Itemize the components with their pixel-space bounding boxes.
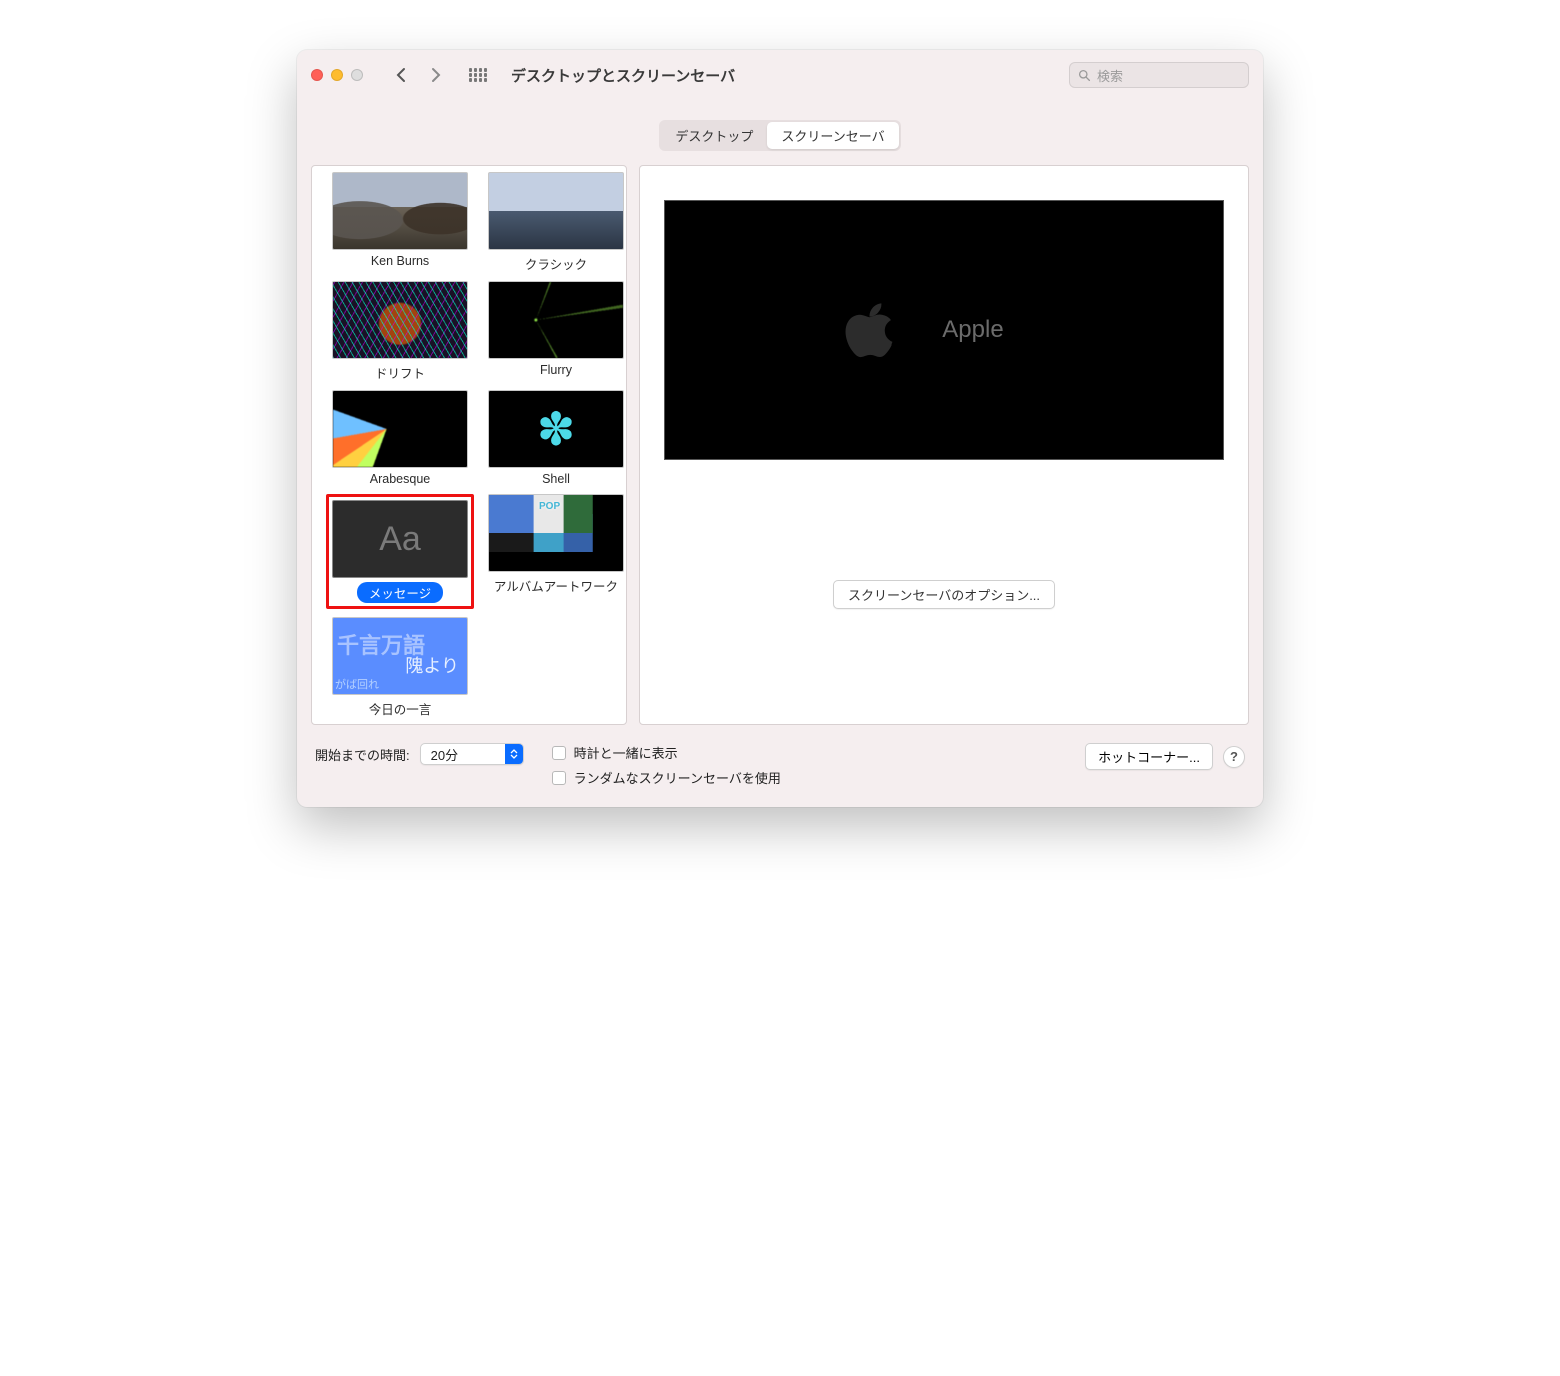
zoom-window-button (351, 69, 363, 81)
thumbnail-flurry (488, 281, 624, 359)
nav-back-button[interactable] (389, 64, 411, 86)
screensaver-item-message[interactable]: メッセージ (326, 494, 474, 609)
apple-logo-icon (842, 296, 898, 364)
start-time-control: 開始までの時間: 20分 (315, 743, 524, 765)
thumbnail-shell (488, 390, 624, 468)
titlebar: デスクトップとスクリーンセーバ 検索 (297, 50, 1263, 100)
show-clock-checkbox[interactable]: 時計と一緒に表示 (552, 743, 781, 762)
screensaver-list[interactable]: Ken Burns クラシック ドリフト Flurry Arabesque (311, 165, 627, 725)
start-time-label: 開始までの時間: (315, 745, 410, 764)
thumbnail-message (332, 500, 468, 578)
thumbnail-quote: 千言万語 隗より がば回れ (332, 617, 468, 695)
search-field[interactable]: 検索 (1069, 62, 1249, 88)
chevron-left-icon (395, 67, 406, 83)
select-stepper-icon (505, 744, 523, 764)
thumbnail-ken-burns (332, 172, 468, 250)
screensaver-label: アルバムアートワーク (494, 576, 618, 595)
screensaver-label: Arabesque (370, 472, 430, 486)
screensaver-item-album[interactable]: アルバムアートワーク (488, 494, 624, 609)
chevron-right-icon (431, 67, 442, 83)
random-screensaver-checkbox[interactable]: ランダムなスクリーンセーバを使用 (552, 768, 781, 787)
help-button[interactable]: ? (1223, 746, 1245, 768)
checkbox-group: 時計と一緒に表示 ランダムなスクリーンセーバを使用 (552, 743, 781, 787)
quote-text: 隗より (405, 652, 459, 678)
start-time-value: 20分 (421, 745, 505, 764)
screensaver-label: Flurry (540, 363, 572, 377)
thumbnail-drift (332, 281, 468, 359)
checkbox-label: 時計と一緒に表示 (574, 743, 678, 762)
screensaver-label-selected: メッセージ (357, 582, 443, 603)
nav-forward-button (425, 64, 447, 86)
preview-panel: Apple スクリーンセーバのオプション... (639, 165, 1249, 725)
quote-text: がば回れ (335, 676, 379, 692)
start-time-select[interactable]: 20分 (420, 743, 524, 765)
tab-desktop[interactable]: デスクトップ (661, 122, 767, 149)
search-placeholder: 検索 (1097, 66, 1123, 85)
footer-bar: 開始までの時間: 20分 時計と一緒に表示 ランダムなスクリーンセーバを使用 ホ… (297, 735, 1263, 807)
screensaver-preview[interactable]: Apple (664, 200, 1224, 460)
screensaver-label: Shell (542, 472, 570, 486)
grid-icon (469, 68, 487, 82)
screensaver-label: 今日の一言 (369, 699, 432, 718)
screensaver-options-button[interactable]: スクリーンセーバのオプション... (833, 580, 1055, 609)
minimize-window-button[interactable] (331, 69, 343, 81)
screensaver-item-arabesque[interactable]: Arabesque (326, 390, 474, 486)
hot-corners-button[interactable]: ホットコーナー... (1085, 743, 1213, 770)
checkbox-icon (552, 746, 566, 760)
preferences-window: デスクトップとスクリーンセーバ 検索 デスクトップ スクリーンセーバ Ken B… (297, 50, 1263, 807)
checkbox-icon (552, 771, 566, 785)
nav-controls (389, 64, 489, 86)
screensaver-label: Ken Burns (371, 254, 429, 268)
screensaver-item-ken-burns[interactable]: Ken Burns (326, 172, 474, 273)
screensaver-item-flurry[interactable]: Flurry (488, 281, 624, 382)
tab-screensaver[interactable]: スクリーンセーバ (767, 122, 898, 149)
screensaver-item-drift[interactable]: ドリフト (326, 281, 474, 382)
thumbnail-album (488, 494, 624, 572)
show-all-button[interactable] (467, 64, 489, 86)
segmented-control: デスクトップ スクリーンセーバ (659, 120, 900, 151)
screensaver-item-quote[interactable]: 千言万語 隗より がば回れ 今日の一言 (326, 617, 474, 718)
thumbnail-classic (488, 172, 624, 250)
thumbnail-arabesque (332, 390, 468, 468)
tab-bar: デスクトップ スクリーンセーバ (297, 100, 1263, 165)
search-icon (1078, 69, 1091, 82)
preview-text: Apple (942, 316, 1003, 344)
screensaver-label: ドリフト (375, 363, 425, 382)
content-area: Ken Burns クラシック ドリフト Flurry Arabesque (297, 165, 1263, 735)
checkbox-label: ランダムなスクリーンセーバを使用 (574, 768, 781, 787)
footer-right: ホットコーナー... ? (1085, 743, 1245, 770)
window-title: デスクトップとスクリーンセーバ (511, 65, 1057, 86)
screensaver-label: クラシック (525, 254, 587, 273)
close-window-button[interactable] (311, 69, 323, 81)
window-controls (311, 69, 363, 81)
screensaver-item-shell[interactable]: Shell (488, 390, 624, 486)
screensaver-item-classic[interactable]: クラシック (488, 172, 624, 273)
